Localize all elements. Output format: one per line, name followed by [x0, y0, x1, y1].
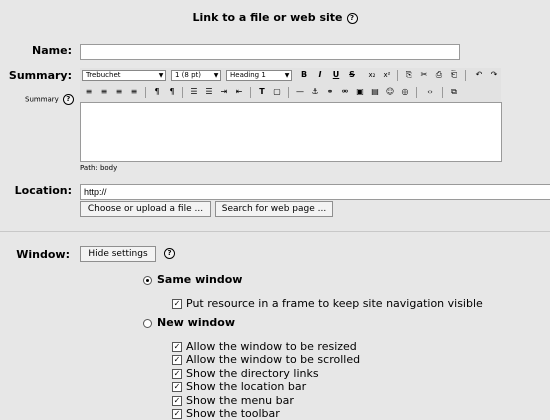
font-family-select[interactable]: Trebuchet ▼: [82, 70, 166, 81]
outdent-icon[interactable]: ⇤: [234, 87, 244, 97]
chevron-down-icon: ▼: [284, 72, 290, 79]
horizontal-rule-icon[interactable]: —: [295, 87, 305, 97]
page-title: Link to a file or web site?: [0, 11, 550, 24]
paste-icon[interactable]: ⎙: [434, 70, 444, 80]
italic-button[interactable]: I: [315, 70, 325, 80]
option-label: Show the menu bar: [186, 394, 294, 407]
summary-label: Summary:: [8, 69, 72, 82]
option-label: Show the directory links: [186, 367, 319, 380]
toolbar-separator: [250, 87, 251, 98]
hide-settings-button[interactable]: Hide settings: [80, 246, 156, 262]
underline-button[interactable]: U: [331, 70, 341, 80]
help-icon[interactable]: ?: [346, 12, 358, 24]
redo-icon[interactable]: ↷: [489, 70, 499, 80]
bullet-list-icon[interactable]: ☰: [204, 87, 214, 97]
checkbox-checked-icon[interactable]: ✓: [172, 409, 182, 419]
name-label: Name:: [32, 44, 72, 57]
toolbar-separator: [465, 70, 466, 81]
font-size-select[interactable]: 1 (8 pt) ▼: [171, 70, 221, 81]
chevron-down-icon: ▼: [213, 72, 219, 79]
frame-option[interactable]: ✓ Put resource in a frame to keep site na…: [172, 297, 483, 310]
option-label: Show the location bar: [186, 380, 307, 393]
fullscreen-icon[interactable]: ⧉: [449, 87, 459, 97]
toolbar-option[interactable]: ✓ Show the toolbar: [172, 407, 280, 420]
undo-icon[interactable]: ↶: [474, 70, 484, 80]
text-color-icon[interactable]: T: [257, 87, 267, 97]
link-icon[interactable]: ⚭: [325, 87, 335, 97]
checkbox-checked-icon[interactable]: ✓: [172, 342, 182, 352]
font-size-value: 1 (8 pt): [175, 71, 202, 79]
font-family-value: Trebuchet: [86, 71, 121, 79]
align-justify-icon[interactable]: ≡: [129, 87, 139, 97]
name-input[interactable]: [80, 44, 460, 60]
new-window-label: New window: [157, 316, 236, 329]
choose-file-button[interactable]: Choose or upload a file ...: [80, 201, 211, 217]
smiley-icon[interactable]: ☺: [385, 87, 395, 97]
location-label: Location:: [14, 184, 72, 197]
heading-value: Heading 1: [230, 71, 266, 79]
allow-scroll-option[interactable]: ✓ Allow the window to be scrolled: [172, 353, 360, 366]
radio-selected-icon[interactable]: [143, 275, 152, 285]
superscript-button[interactable]: x²: [382, 70, 392, 80]
toolbar-separator: [442, 87, 443, 98]
summary-help-label: Summary: [25, 95, 59, 104]
toolbar-separator: [397, 70, 398, 81]
location-input[interactable]: [80, 184, 550, 200]
image-icon[interactable]: ▣: [355, 87, 365, 97]
directory-links-option[interactable]: ✓ Show the directory links: [172, 367, 319, 380]
option-label: Show the toolbar: [186, 407, 280, 420]
same-window-radio[interactable]: Same window: [143, 273, 242, 286]
ltr-icon[interactable]: ¶: [152, 87, 162, 97]
paste-word-icon[interactable]: ⎗: [449, 70, 459, 80]
checkbox-checked-icon[interactable]: ✓: [172, 355, 182, 365]
special-char-icon[interactable]: ◎: [400, 87, 410, 97]
summary-editor[interactable]: [80, 102, 502, 162]
allow-resize-option[interactable]: ✓ Allow the window to be resized: [172, 340, 357, 353]
toolbar-separator: [182, 87, 183, 98]
checkbox-checked-icon[interactable]: ✓: [172, 369, 182, 379]
menu-bar-option[interactable]: ✓ Show the menu bar: [172, 394, 294, 407]
toolbar-separator: [416, 87, 417, 98]
indent-icon[interactable]: ⇥: [219, 87, 229, 97]
editor-path: Path: body: [80, 164, 118, 172]
checkbox-checked-icon[interactable]: ✓: [172, 299, 182, 309]
option-label: Allow the window to be scrolled: [186, 353, 361, 366]
background-color-icon[interactable]: ▢: [272, 87, 282, 97]
radio-unselected-icon[interactable]: [143, 318, 152, 328]
window-help-icon[interactable]: ?: [164, 248, 175, 259]
heading-select[interactable]: Heading 1 ▼: [226, 70, 292, 81]
table-icon[interactable]: ▤: [370, 87, 380, 97]
page-title-text: Link to a file or web site: [192, 11, 343, 24]
cut-icon[interactable]: ✂: [419, 70, 429, 80]
unlink-icon[interactable]: ⚮: [340, 87, 350, 97]
checkbox-checked-icon[interactable]: ✓: [172, 382, 182, 392]
toolbar-separator: [145, 87, 146, 98]
anchor-icon[interactable]: ⚓: [310, 87, 320, 97]
summary-help-icon[interactable]: ?: [62, 94, 74, 105]
numbered-list-icon[interactable]: ☰: [189, 87, 199, 97]
window-label: Window:: [16, 248, 70, 261]
same-window-label: Same window: [157, 273, 243, 286]
html-source-icon[interactable]: ‹›: [425, 87, 435, 97]
strikethrough-button[interactable]: S: [347, 70, 357, 80]
editor-toolbar: Trebuchet ▼ 1 (8 pt) ▼ Heading 1 ▼ B I U S …: [80, 68, 501, 102]
frame-option-label: Put resource in a frame to keep site nav…: [186, 297, 483, 310]
summary-help: Summary?: [25, 94, 74, 105]
subscript-button[interactable]: x₂: [367, 70, 377, 80]
chevron-down-icon: ▼: [158, 72, 164, 79]
checkbox-checked-icon[interactable]: ✓: [172, 396, 182, 406]
location-bar-option[interactable]: ✓ Show the location bar: [172, 380, 306, 393]
copy-icon[interactable]: ⎘: [404, 70, 414, 80]
align-right-icon[interactable]: ≡: [114, 87, 124, 97]
align-left-icon[interactable]: ≡: [84, 87, 94, 97]
rtl-icon[interactable]: ¶: [167, 87, 177, 97]
new-window-radio[interactable]: New window: [143, 316, 235, 329]
search-web-button[interactable]: Search for web page ...: [215, 201, 333, 217]
option-label: Allow the window to be resized: [186, 340, 357, 353]
section-divider: [0, 231, 550, 232]
toolbar-separator: [288, 87, 289, 98]
align-center-icon[interactable]: ≡: [99, 87, 109, 97]
bold-button[interactable]: B: [299, 70, 309, 80]
